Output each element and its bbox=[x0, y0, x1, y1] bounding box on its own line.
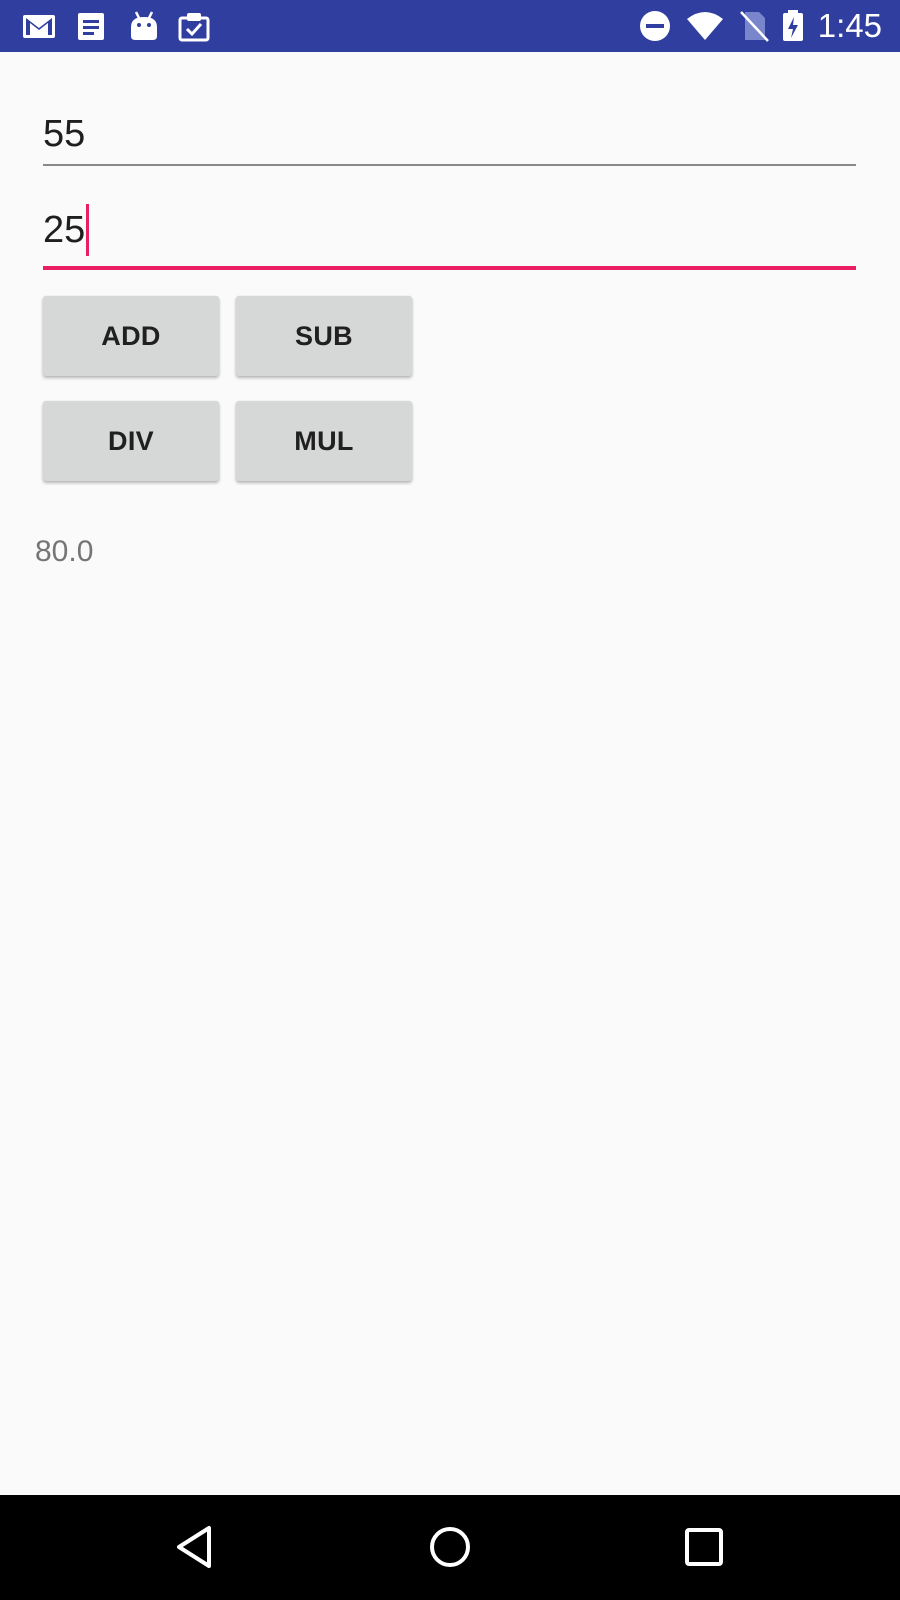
subtract-button[interactable]: SUB bbox=[236, 296, 412, 376]
navigation-bar bbox=[0, 1495, 900, 1600]
first-number-input[interactable]: 55 bbox=[43, 102, 856, 166]
status-bar: 1:45 bbox=[0, 0, 900, 52]
app-screen: 1:45 55 25 ADD SUB DIV MUL 80.0 bbox=[0, 0, 900, 1600]
clipboard-check-icon bbox=[177, 10, 211, 42]
wifi-icon bbox=[686, 10, 724, 42]
first-number-underline bbox=[43, 164, 856, 166]
multiply-button[interactable]: MUL bbox=[236, 401, 412, 481]
back-icon[interactable] bbox=[172, 1522, 222, 1572]
divide-button[interactable]: DIV bbox=[43, 401, 219, 481]
document-icon bbox=[74, 10, 108, 42]
battery-charging-icon bbox=[780, 10, 806, 42]
text-cursor bbox=[86, 204, 90, 256]
android-icon bbox=[127, 10, 161, 42]
no-sim-icon bbox=[737, 10, 771, 42]
gmail-icon bbox=[22, 10, 56, 42]
result-text: 80.0 bbox=[35, 535, 94, 568]
do-not-disturb-icon bbox=[638, 10, 672, 42]
recents-icon[interactable] bbox=[679, 1522, 729, 1572]
first-number-value: 55 bbox=[43, 113, 86, 155]
add-button[interactable]: ADD bbox=[43, 296, 219, 376]
second-number-value: 25 bbox=[43, 209, 86, 252]
status-clock: 1:45 bbox=[817, 7, 882, 44]
second-number-underline bbox=[43, 266, 856, 270]
second-number-input[interactable]: 25 bbox=[43, 204, 856, 270]
home-icon[interactable] bbox=[425, 1522, 475, 1572]
